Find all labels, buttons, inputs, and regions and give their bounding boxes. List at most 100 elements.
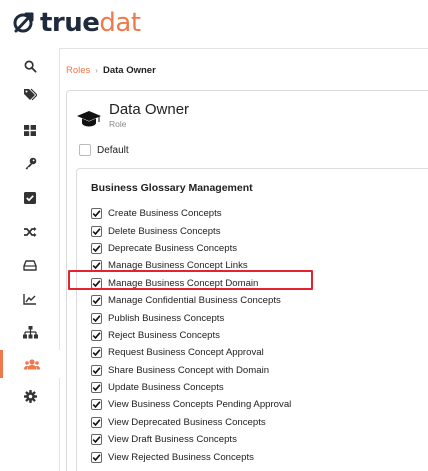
- logo-wordmark: truedat: [40, 10, 141, 36]
- breadcrumb-current: Data Owner: [102, 65, 156, 76]
- checkmark-icon: [92, 227, 101, 235]
- permission-item[interactable]: View Rejected Business Concepts: [91, 448, 291, 465]
- permission-label: View Draft Business Concepts: [108, 434, 237, 446]
- permission-checkbox[interactable]: [91, 208, 102, 220]
- checkmark-icon: [92, 436, 101, 444]
- logo-text-dat: dat: [99, 8, 141, 38]
- cog-icon: [23, 389, 37, 403]
- permission-item[interactable]: Manage Business Concept Links: [91, 257, 291, 274]
- sidebar-item-dashboard[interactable]: [0, 116, 60, 144]
- permission-checkbox[interactable]: [91, 295, 102, 307]
- checkmark-icon: [92, 210, 101, 218]
- permission-label: Manage Confidential Business Concepts: [108, 295, 281, 307]
- permission-item[interactable]: Update Business Concepts: [91, 379, 291, 396]
- tags-icon: [24, 88, 37, 100]
- checkmark-icon: [92, 349, 101, 357]
- role-header: Data Owner Role: [77, 101, 189, 129]
- permission-checkbox[interactable]: [91, 260, 102, 272]
- check-square-icon: [24, 192, 36, 204]
- permission-label: Request Business Concept Approval: [108, 347, 264, 359]
- area-chart-icon: [23, 294, 36, 305]
- breadcrumb: Roles › Data Owner: [66, 65, 156, 76]
- permission-item[interactable]: Share Business Concept with Domain: [91, 362, 291, 379]
- permission-label: Manage Business Concept Links: [108, 260, 248, 272]
- checkmark-icon: [92, 453, 101, 461]
- permission-group-panel: Business Glossary Management Create Busi…: [76, 168, 428, 471]
- permission-label: Create Business Concepts: [108, 208, 222, 220]
- top-divider: [60, 48, 428, 49]
- permission-label: View Rejected Business Concepts: [108, 451, 254, 463]
- checkmark-icon: [92, 332, 101, 339]
- permission-checkbox[interactable]: [91, 329, 102, 341]
- sidebar-item-search[interactable]: [0, 52, 60, 80]
- sidebar-item-quality[interactable]: [0, 285, 60, 313]
- permission-label: View Deprecated Business Concepts: [108, 416, 266, 428]
- sidebar-item-access[interactable]: [0, 149, 60, 177]
- permission-label: Delete Business Concepts: [108, 225, 221, 237]
- permission-checkbox[interactable]: [91, 364, 102, 376]
- checkmark-icon: [92, 297, 101, 305]
- permission-item[interactable]: Delete Business Concepts: [91, 222, 291, 239]
- default-label: Default: [97, 144, 129, 156]
- key-icon: [25, 157, 36, 169]
- permission-checkbox[interactable]: [91, 451, 102, 463]
- checkmark-icon: [92, 419, 101, 426]
- permission-item[interactable]: Deprecate Business Concepts: [91, 240, 291, 257]
- truedat-logo[interactable]: truedat: [12, 6, 141, 40]
- permission-checkbox[interactable]: [91, 399, 102, 411]
- checkmark-icon: [92, 280, 101, 287]
- checkmark-icon: [92, 366, 101, 374]
- permission-checkbox[interactable]: [91, 416, 102, 428]
- drive-icon: [23, 259, 37, 271]
- permission-checkbox[interactable]: [91, 347, 102, 359]
- permission-item[interactable]: Reject Business Concepts: [91, 327, 291, 344]
- logo-mark-icon: [13, 12, 34, 33]
- permission-item[interactable]: Manage Business Concept Domain: [91, 275, 291, 292]
- sidebar: [0, 48, 60, 471]
- permission-label: Update Business Concepts: [108, 382, 224, 394]
- users-icon: [23, 358, 40, 369]
- permission-item[interactable]: View Draft Business Concepts: [91, 431, 291, 448]
- permission-list: Create Business Concepts Delete Business …: [91, 205, 291, 466]
- permission-label: Share Business Concept with Domain: [108, 364, 270, 376]
- permission-label: Publish Business Concepts: [108, 312, 225, 324]
- sidebar-item-settings[interactable]: [0, 382, 60, 410]
- permission-checkbox[interactable]: [91, 382, 102, 394]
- permission-checkbox[interactable]: [91, 434, 102, 446]
- permission-item[interactable]: View Business Concepts Pending Approval: [91, 396, 291, 413]
- permission-checkbox[interactable]: [91, 277, 102, 289]
- permission-label: Manage Business Concept Domain: [108, 277, 259, 289]
- permission-checkbox[interactable]: [91, 312, 102, 324]
- sidebar-item-tags[interactable]: [0, 80, 60, 108]
- role-title: Data Owner: [109, 101, 190, 118]
- permission-item[interactable]: View Deprecated Business Concepts: [91, 414, 291, 431]
- sidebar-item-tasks[interactable]: [0, 184, 60, 212]
- permission-item[interactable]: Create Business Concepts: [91, 205, 291, 222]
- checkmark-icon: [92, 262, 101, 270]
- sidebar-item-users[interactable]: [0, 350, 60, 378]
- default-checkbox[interactable]: [79, 144, 91, 156]
- logo-text-true: true: [40, 8, 100, 38]
- sidebar-item-lineage[interactable]: [0, 218, 60, 246]
- role-card: Data Owner Role Default Business Glossar…: [66, 90, 428, 471]
- breadcrumb-roles-link[interactable]: Roles: [66, 65, 90, 76]
- breadcrumb-separator-icon: ›: [95, 66, 98, 75]
- shuffle-icon: [24, 227, 37, 237]
- sidebar-item-structure[interactable]: [0, 318, 60, 346]
- permission-checkbox[interactable]: [91, 225, 102, 237]
- checkmark-icon: [92, 314, 101, 322]
- permission-item[interactable]: Publish Business Concepts: [91, 309, 291, 326]
- permission-label: View Business Concepts Pending Approval: [108, 399, 292, 411]
- search-icon: [24, 60, 37, 73]
- permission-label: Deprecate Business Concepts: [108, 242, 238, 254]
- checkmark-icon: [92, 245, 101, 253]
- permission-item[interactable]: Manage Confidential Business Concepts: [91, 292, 291, 309]
- default-checkbox-row[interactable]: Default: [79, 144, 129, 156]
- permission-group-title: Business Glossary Management: [91, 182, 253, 194]
- checkmark-icon: [92, 401, 101, 409]
- permission-item[interactable]: Request Business Concept Approval: [91, 344, 291, 361]
- grid-icon: [24, 124, 36, 136]
- checkmark-icon: [92, 384, 101, 392]
- sidebar-item-storage[interactable]: [0, 251, 60, 279]
- permission-checkbox[interactable]: [91, 242, 102, 254]
